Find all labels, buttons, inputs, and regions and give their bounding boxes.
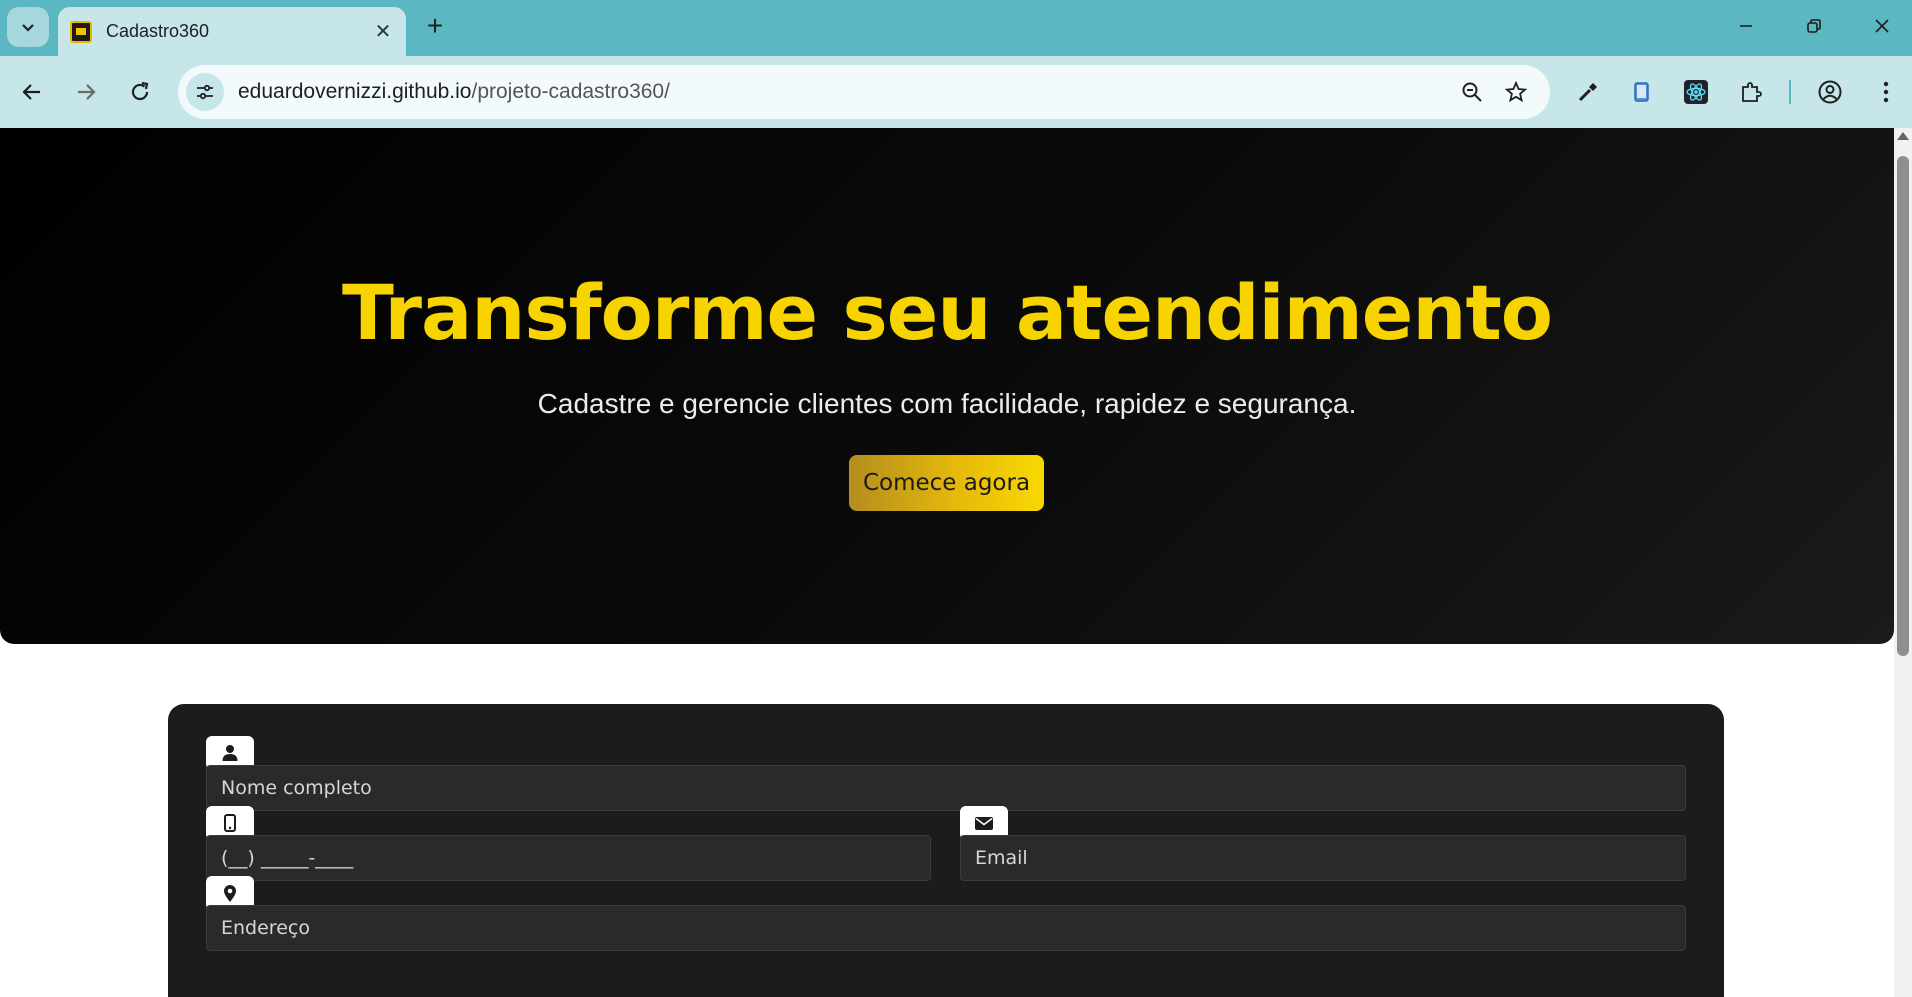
- tab-search-button[interactable]: [7, 7, 49, 47]
- page-scrollbar[interactable]: [1894, 128, 1912, 997]
- puzzle-icon: [1742, 82, 1762, 102]
- arrow-left-icon: [22, 84, 40, 100]
- more-vertical-icon: [1883, 81, 1889, 103]
- extensions-button[interactable]: [1731, 72, 1771, 112]
- full-name-input[interactable]: Nome completo: [206, 765, 1686, 811]
- extension-react-button[interactable]: [1676, 72, 1716, 112]
- extension-device-button[interactable]: [1622, 72, 1662, 112]
- restore-icon: [1807, 19, 1821, 33]
- start-now-button[interactable]: Comece agora: [849, 455, 1044, 511]
- chevron-down-icon: [22, 24, 34, 32]
- site-info-button[interactable]: [186, 73, 224, 111]
- restore-button[interactable]: [1794, 8, 1834, 44]
- browser-menu-button[interactable]: [1866, 72, 1906, 112]
- url-text[interactable]: eduardovernizzi.github.io/projeto-cadast…: [238, 80, 1450, 104]
- page-viewport: Transforme seu atendimento Cadastre e ge…: [0, 128, 1912, 997]
- tune-icon: [197, 84, 213, 100]
- back-button[interactable]: [12, 72, 52, 112]
- browser-tab-bar: Cadastro360 ✕ +: [0, 0, 1912, 56]
- address-input[interactable]: Endereço: [206, 905, 1686, 951]
- tab-title: Cadastro360: [106, 21, 210, 41]
- phone-input[interactable]: (__) _____-____: [206, 835, 931, 881]
- extension-eyedropper-button[interactable]: [1568, 72, 1608, 112]
- close-icon: [1875, 19, 1889, 33]
- url-host: eduardovernizzi.github.io: [238, 80, 472, 103]
- url-path: /projeto-cadastro360/: [471, 80, 670, 103]
- profile-button[interactable]: [1810, 72, 1850, 112]
- new-tab-button[interactable]: +: [420, 12, 450, 42]
- close-window-button[interactable]: [1862, 8, 1902, 44]
- registration-form: Nome completo (__) _____-____ Email Ende…: [168, 704, 1724, 997]
- react-icon: [1684, 80, 1708, 104]
- minimize-button[interactable]: [1726, 8, 1766, 44]
- toolbar-separator: [1789, 80, 1791, 104]
- scroll-up-arrow[interactable]: [1897, 132, 1909, 140]
- bookmark-button[interactable]: [1494, 72, 1538, 112]
- email-input[interactable]: Email: [960, 835, 1686, 881]
- scroll-thumb[interactable]: [1897, 156, 1909, 656]
- browser-tab-active[interactable]: Cadastro360 ✕: [58, 7, 406, 56]
- hero-section: Transforme seu atendimento Cadastre e ge…: [0, 128, 1894, 644]
- eyedropper-icon: [1578, 83, 1597, 102]
- browser-toolbar: eduardovernizzi.github.io/projeto-cadast…: [0, 56, 1912, 128]
- address-bar[interactable]: eduardovernizzi.github.io/projeto-cadast…: [178, 65, 1550, 119]
- reload-icon: [131, 81, 149, 101]
- minimize-icon: [1740, 25, 1752, 27]
- hero-title: Transforme seu atendimento: [341, 268, 1553, 357]
- account-circle-icon: [1818, 80, 1842, 104]
- zoom-button[interactable]: [1450, 72, 1494, 112]
- site-favicon-icon: [70, 20, 92, 43]
- zoom-out-icon: [1462, 82, 1482, 102]
- star-icon: [1505, 81, 1527, 103]
- reload-button[interactable]: [120, 72, 160, 112]
- hero-subtitle: Cadastre e gerencie clientes com facilid…: [537, 388, 1357, 419]
- tab-close-icon[interactable]: ✕: [372, 19, 394, 44]
- forward-button[interactable]: [66, 72, 106, 112]
- device-icon: [1634, 82, 1649, 102]
- arrow-right-icon: [78, 84, 96, 100]
